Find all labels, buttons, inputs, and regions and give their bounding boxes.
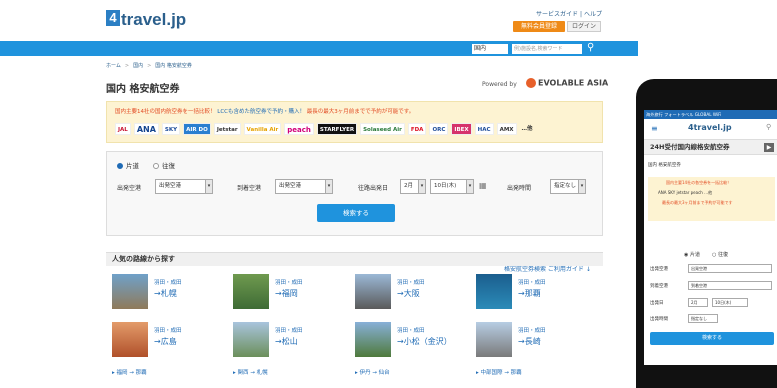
route-tile[interactable]: 羽田・成田 →広島	[112, 322, 230, 358]
breadcrumb: ホーム > 国内 > 国内 格安航空券	[106, 63, 192, 69]
chevron-down-icon: ▾	[418, 180, 425, 193]
route-photo	[355, 322, 391, 357]
airline-logo: JAL	[115, 123, 131, 135]
partner-logo: EVOLABLE ASIA	[526, 78, 608, 88]
oneway-radio[interactable]: 片道	[117, 160, 139, 170]
phone-roundtrip-radio[interactable]: ○ 往復	[712, 251, 728, 258]
login-button[interactable]: ログイン	[567, 21, 601, 32]
popular-routes-title: 人気の路線から探す	[106, 252, 603, 266]
radio-selected-icon	[117, 163, 123, 169]
chevron-down-icon: ▾	[325, 180, 332, 193]
chevron-down-icon: ▾	[466, 180, 473, 193]
help-link[interactable]: ヘルプ	[584, 11, 602, 18]
route-link[interactable]: ▸ 関西 → 札幌	[233, 368, 268, 376]
from-label: 出発空港	[117, 185, 142, 192]
route-tile[interactable]: 羽田・成田 →長崎	[476, 322, 594, 358]
phone-search-button[interactable]: 検索する	[650, 332, 774, 345]
route-tile[interactable]: 羽田・成田 →大阪	[355, 274, 473, 310]
breadcrumb-domestic[interactable]: 国内	[133, 63, 143, 69]
search-button[interactable]: 検索する	[317, 204, 395, 222]
chevron-down-icon: ▾	[205, 180, 212, 193]
to-airport-select[interactable]: 出発空港 ▾	[275, 179, 333, 194]
phone-time-select[interactable]: 指定なし	[688, 314, 718, 323]
route-link[interactable]: ▸ 福岡 → 那覇	[112, 368, 147, 376]
time-select[interactable]: 指定なし ▾	[550, 179, 586, 194]
date-label: 往路出発日	[358, 185, 389, 192]
phone-time-label: 出発時間	[650, 317, 668, 322]
from-airport-select[interactable]: 出発空港 ▾	[155, 179, 213, 194]
route-link[interactable]: ▸ 伊丹 → 仙台	[355, 368, 390, 376]
route-tile[interactable]: 羽田・成田 →小松（金沢）	[355, 322, 473, 358]
airline-logo: ORC	[429, 123, 449, 135]
phone-to-label: 到着空港	[650, 284, 668, 289]
phone-oneway-radio[interactable]: ◉ 片道	[684, 251, 700, 258]
airline-logo: STARFLYER	[316, 123, 358, 135]
top-links: サービスガイド | ヘルプ	[536, 11, 603, 18]
airline-logo: peach	[284, 123, 314, 135]
powered-by-label: Powered by	[482, 81, 517, 88]
phone-date-label: 出発日	[650, 301, 664, 306]
site-logo[interactable]: 4 travel.jp	[106, 10, 186, 30]
phone-subtitle: 国内 格安航空券	[648, 163, 681, 168]
route-photo	[355, 274, 391, 309]
search-icon[interactable]: ⚲	[766, 123, 771, 131]
register-button[interactable]: 無料会員登録	[513, 21, 565, 32]
route-tile[interactable]: 羽田・成田 →那覇	[476, 274, 594, 310]
evolable-icon	[526, 78, 536, 88]
airline-logo: SKY	[161, 123, 181, 135]
arrow-right-icon[interactable]: ▶	[764, 143, 774, 152]
airline-logo: Vanilla Air	[243, 123, 282, 135]
phone-banner: 24H受付国内線格安航空券 ▶	[644, 139, 777, 155]
route-tile[interactable]: 羽田・成田 →札幌	[112, 274, 230, 310]
area-select[interactable]: 国内	[472, 44, 508, 54]
page-title: 国内 格安航空券	[106, 84, 180, 95]
flight-search-form: 片道 往復 出発空港 出発空港 ▾ 到着空港 出発空港 ▾ 往路出発日 2月 ▾ 10…	[106, 151, 603, 236]
route-photo	[476, 274, 512, 309]
airline-logo: Jetstar	[213, 123, 241, 135]
menu-icon[interactable]: ≡	[651, 124, 658, 133]
phone-logo: 4travel.jp	[688, 123, 732, 132]
phone-from-label: 出発空港	[650, 267, 668, 272]
phone-from-select[interactable]: 出発空港	[688, 264, 772, 273]
chevron-down-icon: ▾	[578, 180, 585, 193]
airline-logo: ANA	[133, 123, 159, 135]
calendar-icon[interactable]: ▦	[479, 181, 487, 190]
phone-topbar: 海外旅行 フォートラベル GLOBAL WiFi	[644, 110, 777, 119]
airline-logo: AIR DO	[183, 123, 211, 135]
airline-logo: AMX	[496, 123, 517, 135]
airline-logo: IBEX	[451, 123, 472, 135]
route-photo	[112, 322, 148, 357]
breadcrumb-current: 国内 格安航空券	[155, 63, 192, 69]
time-label: 出発時間	[507, 185, 532, 192]
phone-to-select[interactable]: 到着空港	[688, 281, 772, 290]
route-photo	[476, 322, 512, 357]
roundtrip-radio[interactable]: 往復	[153, 160, 175, 170]
radio-icon	[153, 163, 159, 169]
route-photo	[233, 322, 269, 357]
phone-month-select[interactable]: 2月	[688, 298, 708, 307]
route-link[interactable]: ▸ 中部国際 → 那覇	[476, 368, 522, 376]
month-select[interactable]: 2月 ▾	[400, 179, 426, 194]
route-tile[interactable]: 羽田・成田 →松山	[233, 322, 351, 358]
day-select[interactable]: 10日(木) ▾	[430, 179, 474, 194]
search-icon[interactable]: ⚲	[587, 42, 594, 53]
airline-logos: JAL ANA SKY AIR DO Jetstar Vanilla Air p…	[115, 123, 535, 135]
arrow-down-icon: ↓	[585, 266, 591, 273]
route-tile[interactable]: 羽田・成田 →福岡	[233, 274, 351, 310]
phone-screen: 海外旅行 フォートラベル GLOBAL WiFi ≡ 4travel.jp ⚲ …	[644, 110, 777, 365]
airline-logo: HAC	[474, 123, 494, 135]
airline-logo: Solaseed Air	[360, 123, 405, 135]
promo-banner: 国内主要14社の国内航空券を一括比較！ LCCも含めた航空券で予約・購入！ 最長…	[106, 101, 603, 143]
route-photo	[112, 274, 148, 309]
breadcrumb-home[interactable]: ホーム	[106, 63, 121, 69]
phone-promo: 国内主要14社の各空券を一括比較！ ANA SKY jetstar peach …	[648, 177, 775, 221]
airline-others: …他	[521, 126, 533, 132]
to-label: 到着空港	[237, 185, 262, 192]
airline-logo: FDA	[407, 123, 427, 135]
keyword-input[interactable]: 例)施設名,検索ワード	[512, 44, 582, 54]
service-guide-link[interactable]: サービスガイド	[536, 11, 578, 18]
route-photo	[233, 274, 269, 309]
phone-day-select[interactable]: 10日(木)	[712, 298, 748, 307]
